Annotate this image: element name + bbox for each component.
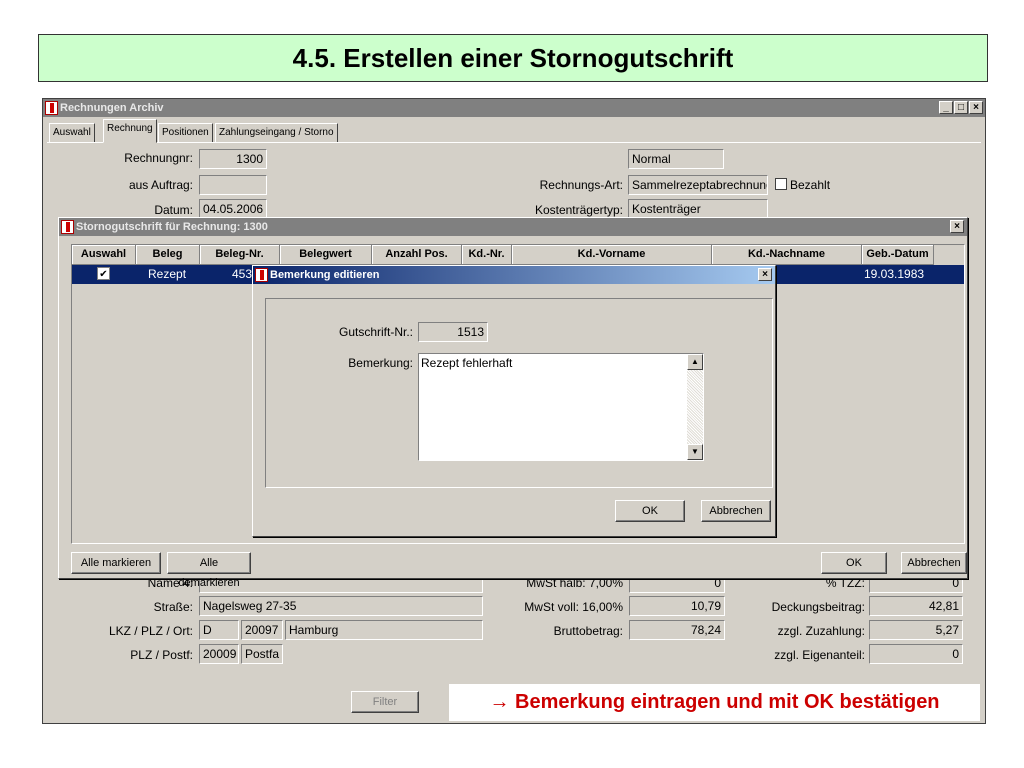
slide-title: 4.5. Erstellen einer Stornogutschrift <box>38 34 988 82</box>
bezahlt-checkbox[interactable] <box>775 178 787 190</box>
label-brutto: Bruttobetrag: <box>553 624 623 638</box>
rechnungsnr-field[interactable]: 1300 <box>199 149 267 169</box>
label-lkz: LKZ / PLZ / Ort: <box>108 624 193 638</box>
gutschrift-nr-field[interactable]: 1513 <box>418 322 488 342</box>
bemerkung-dialog-title: Bemerkung editieren <box>270 269 380 281</box>
bemerkung-cancel-button[interactable]: Abbrechen <box>701 500 771 522</box>
label-rechnungsart: Rechnungs-Art: <box>539 178 623 192</box>
label-deckung: Deckungsbeitrag: <box>771 600 865 614</box>
label-strasse: Straße: <box>153 600 193 614</box>
storno-cancel-button[interactable]: Abbrechen <box>901 552 967 574</box>
label-bezahlt: Bezahlt <box>790 178 831 192</box>
row-beleg-nr: 453 <box>232 267 253 281</box>
col-kd-nachname[interactable]: Kd.-Nachname <box>712 245 862 265</box>
row-beleg: Rezept <box>148 267 187 281</box>
tab-zahlungseingang[interactable]: Zahlungseingang / Storno <box>215 123 338 143</box>
col-kd-nr[interactable]: Kd.-Nr. <box>462 245 512 265</box>
label-gutschrift-nr: Gutschrift-Nr.: <box>338 325 413 339</box>
label-bemerkung: Bemerkung: <box>348 356 413 370</box>
close-icon[interactable]: × <box>758 268 772 281</box>
datum-field[interactable]: 04.05.2006 <box>199 199 267 219</box>
main-window-title: Rechnungen Archiv <box>60 102 164 114</box>
scroll-down-icon[interactable]: ▼ <box>687 444 703 460</box>
label-zuzahlung: zzgl. Zuzahlung: <box>777 624 865 638</box>
ort-field[interactable]: Hamburg <box>285 620 483 640</box>
strasse-field[interactable]: Nagelsweg 27-35 <box>199 596 483 616</box>
tab-auswahl[interactable]: Auswahl <box>49 123 95 143</box>
col-belegwert[interactable]: Belegwert <box>280 245 372 265</box>
zuzahlung-field[interactable]: 5,27 <box>869 620 963 640</box>
filter-button[interactable]: Filter <box>351 691 419 713</box>
label-kostentraegertyp: Kostenträgertyp: <box>534 203 623 217</box>
unmark-all-button[interactable]: Alle demarkieren <box>167 552 251 589</box>
storno-window-titlebar[interactable]: Stornogutschrift für Rechnung: 1300 × <box>59 218 967 236</box>
mwst-voll-field[interactable]: 10,79 <box>629 596 725 616</box>
col-beleg-nr[interactable]: Beleg-Nr. <box>200 245 280 265</box>
eigenanteil-field[interactable]: 0 <box>869 644 963 664</box>
kostentraegertyp-field[interactable]: Kostenträger <box>628 199 768 219</box>
label-postf: PLZ / Postf: <box>130 648 193 662</box>
app-icon <box>255 268 268 282</box>
deckung-field[interactable]: 42,81 <box>869 596 963 616</box>
close-icon[interactable]: × <box>950 220 964 233</box>
col-beleg[interactable]: Beleg <box>136 245 200 265</box>
rechnungsart-field[interactable]: Sammelrezeptabrechnung <box>628 175 768 195</box>
label-eigenanteil: zzgl. Eigenanteil: <box>774 648 865 662</box>
col-geb-datum[interactable]: Geb.-Datum <box>862 245 934 265</box>
col-kd-vorname[interactable]: Kd.-Vorname <box>512 245 712 265</box>
label-mwst-voll: MwSt voll: 16,00% <box>524 600 623 614</box>
postf-plz-field[interactable]: 20009 <box>199 644 239 664</box>
label-rechnungsnr: Rechnungnr: <box>124 151 193 165</box>
app-icon <box>45 101 58 115</box>
instruction-caption: → Bemerkung eintragen und mit OK bestäti… <box>449 684 980 721</box>
brutto-field[interactable]: 78,24 <box>629 620 725 640</box>
storno-ok-button[interactable]: OK <box>821 552 887 574</box>
main-window-titlebar[interactable]: Rechnungen Archiv _ □ × <box>43 99 985 117</box>
label-datum: Datum: <box>154 203 193 217</box>
minimize-icon[interactable]: _ <box>939 101 953 114</box>
textarea-scrollbar[interactable]: ▲ ▼ <box>687 354 703 460</box>
postf-field[interactable]: Postfa <box>241 644 283 664</box>
maximize-icon[interactable]: □ <box>954 101 968 114</box>
tab-rechnung[interactable]: Rechnung <box>103 119 157 143</box>
row-geb-datum: 19.03.1983 <box>864 267 925 281</box>
mark-all-button[interactable]: Alle markieren <box>71 552 161 574</box>
tab-positionen[interactable]: Positionen <box>158 123 213 143</box>
row-checkbox[interactable]: ✔ <box>97 267 110 280</box>
bemerkung-text: Rezept fehlerhaft <box>421 356 513 370</box>
plz-field[interactable]: 20097 <box>241 620 283 640</box>
bemerkung-dialog-titlebar[interactable]: Bemerkung editieren × <box>253 266 775 284</box>
col-auswahl[interactable]: Auswahl <box>72 245 136 265</box>
storno-window-title: Stornogutschrift für Rechnung: 1300 <box>76 221 268 233</box>
status-field[interactable]: Normal <box>628 149 724 169</box>
lkz-field[interactable]: D <box>199 620 239 640</box>
label-auftrag: aus Auftrag: <box>128 178 193 192</box>
bemerkung-ok-button[interactable]: OK <box>615 500 685 522</box>
col-anzahl-pos[interactable]: Anzahl Pos. <box>372 245 462 265</box>
scroll-up-icon[interactable]: ▲ <box>687 354 703 370</box>
auftrag-field[interactable] <box>199 175 267 195</box>
bemerkung-dialog: Bemerkung editieren × Gutschrift-Nr.: 15… <box>252 265 776 537</box>
close-icon[interactable]: × <box>969 101 983 114</box>
bemerkung-textarea[interactable]: Rezept fehlerhaft ▲ ▼ <box>418 353 704 461</box>
app-icon <box>61 220 74 234</box>
